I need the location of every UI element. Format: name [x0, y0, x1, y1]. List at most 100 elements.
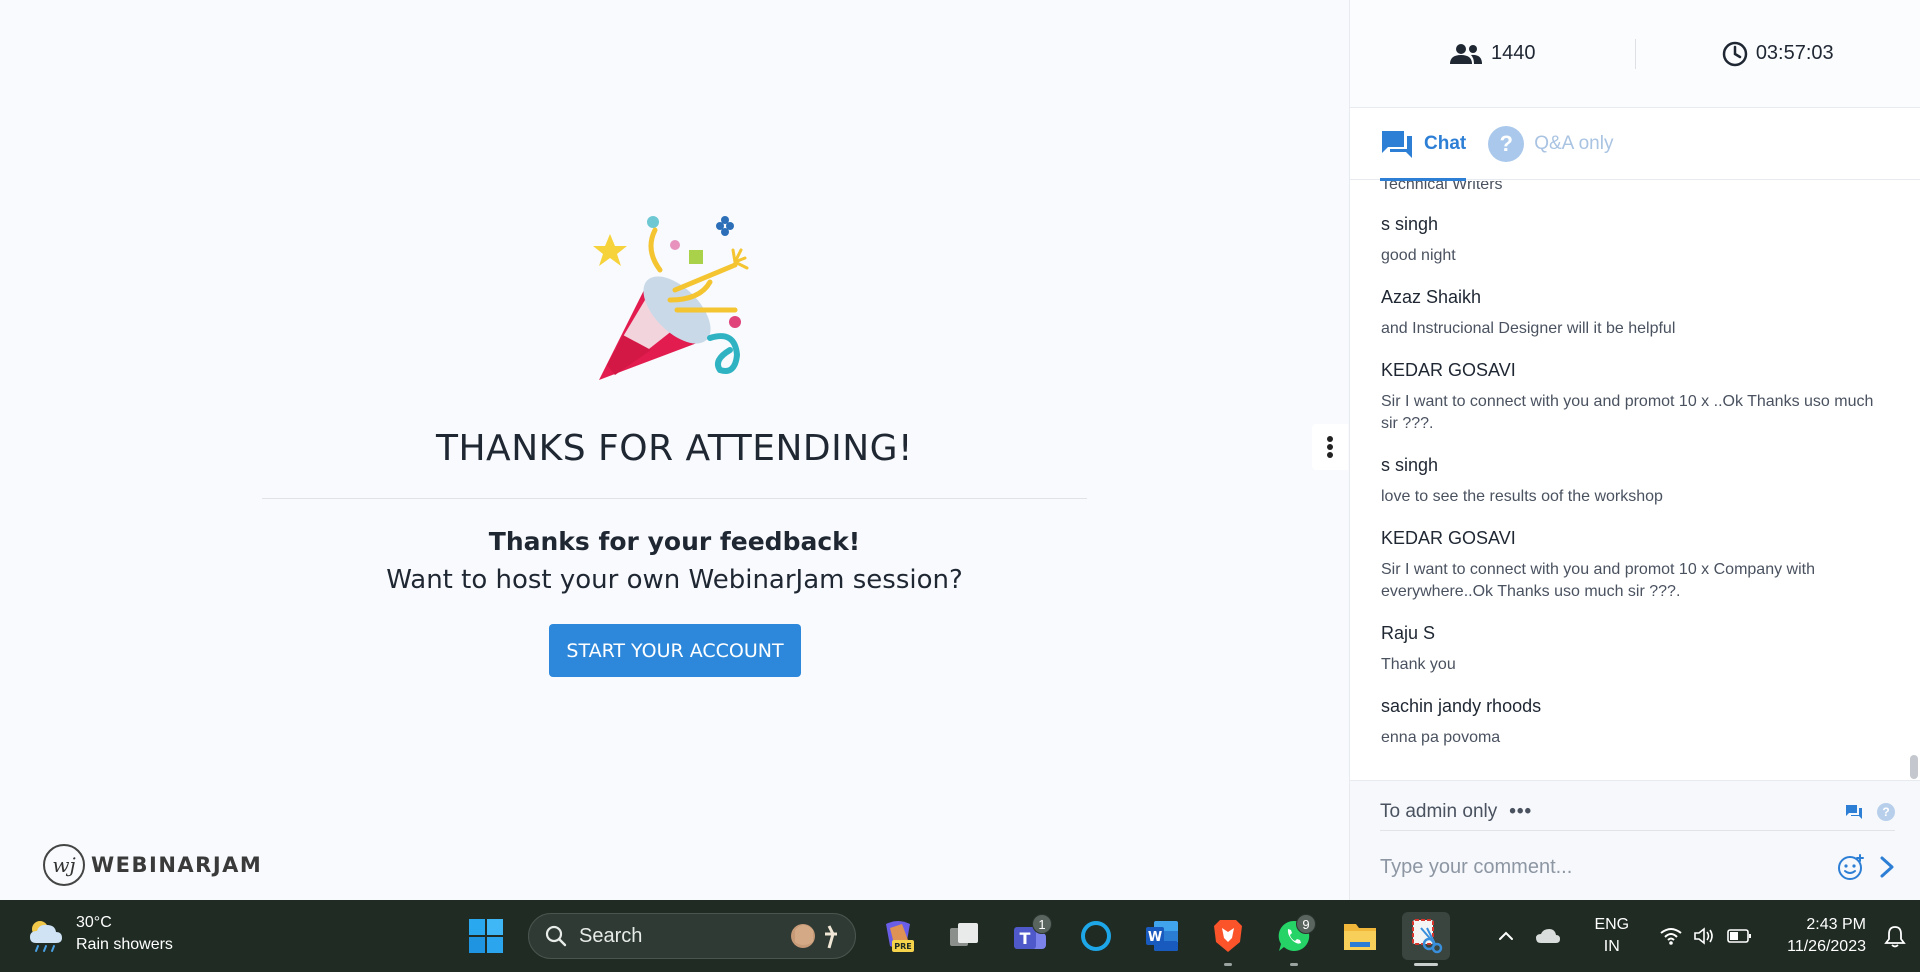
comment-input[interactable]: [1380, 855, 1837, 879]
session-timer-value: 03:57:03: [1755, 42, 1834, 64]
comment-row: [1380, 847, 1895, 887]
lang-line1: ENG: [1594, 916, 1630, 933]
taskbar-search[interactable]: Search: [528, 913, 856, 959]
folder-icon: [1344, 924, 1376, 950]
recipient-label: To admin only: [1380, 800, 1498, 822]
volume-icon[interactable]: [1693, 926, 1717, 946]
snipping-tool-app[interactable]: [1402, 912, 1450, 966]
qa-mode-icon[interactable]: ?: [1877, 802, 1895, 821]
onedrive-cloud-icon[interactable]: [1534, 926, 1562, 946]
rain-cloud-icon: [30, 921, 62, 952]
start-account-button[interactable]: START YOUR ACCOUNT: [549, 624, 801, 677]
chat-message: s singh love to see the results oof the …: [1381, 455, 1886, 508]
search-highlight-icon: [791, 924, 837, 949]
lang-line2: IN: [1603, 938, 1620, 955]
message-author: KEDAR GOSAVI: [1381, 360, 1516, 380]
search-icon: [545, 925, 567, 947]
brave-app[interactable]: [1204, 912, 1252, 966]
webinarjam-logo: wj WEBINARJAM: [43, 844, 262, 886]
notification-bell-icon[interactable]: [1884, 924, 1906, 948]
message-text: enna pa povoma: [1381, 729, 1501, 746]
cortana-app[interactable]: [1072, 912, 1120, 960]
whatsapp-badge: 9: [1296, 914, 1316, 934]
clock-time: 2:43 PM: [1806, 916, 1866, 933]
weather-desc: Rain showers: [76, 936, 173, 953]
chat-sidebar: 1440 03:57:03 Chat ? Q&A only Technical …: [1349, 0, 1920, 900]
snipping-tool-icon: [1412, 919, 1443, 954]
system-tray: ENG IN 2:43 PM 11/26/2023: [1496, 900, 1920, 972]
attendee-count: 1440: [1350, 42, 1635, 65]
chat-message: Raju S Thank you: [1381, 623, 1886, 676]
chat-messages[interactable]: Technical Writers s singh good night Aza…: [1350, 181, 1920, 779]
word-letter: W: [1148, 930, 1162, 945]
webinarjam-logo-text: WEBINARJAM: [91, 853, 263, 877]
session-timer: 03:57:03: [1636, 41, 1920, 67]
feedback-heading: Thanks for your feedback!: [488, 527, 861, 556]
cortana-ring-icon: [1081, 921, 1111, 951]
attendee-count-value: 1440: [1491, 42, 1536, 64]
party-popper-icon: [593, 216, 749, 380]
send-icon[interactable]: [1879, 855, 1895, 879]
message-text: and Instrucional Designer will it be hel…: [1381, 320, 1676, 337]
message-author: Azaz Shaikh: [1381, 287, 1482, 307]
brave-running-indicator: [1224, 963, 1232, 966]
chat-message: KEDAR GOSAVI Sir I want to connect with …: [1381, 360, 1886, 435]
message-text: good night: [1381, 247, 1456, 264]
windows-logo-icon: [469, 919, 503, 953]
thanks-title: THANKS FOR ATTENDING!: [436, 428, 913, 469]
main-area: THANKS FOR ATTENDING! Thanks for your fe…: [0, 0, 1349, 900]
copilot-app[interactable]: PRE: [874, 912, 922, 960]
chat-message: KEDAR GOSAVI Sir I want to connect with …: [1381, 528, 1886, 603]
emoji-icon[interactable]: [1837, 853, 1865, 881]
message-text: Sir I want to connect with you and promo…: [1381, 393, 1874, 432]
more-vertical-icon: [1327, 436, 1333, 458]
start-button[interactable]: [462, 912, 510, 960]
whatsapp-running-indicator: [1290, 963, 1298, 966]
tab-qa-label: Q&A only: [1534, 132, 1614, 154]
chat-scrollbar[interactable]: [1910, 181, 1918, 779]
composer: To admin only ••• ?: [1350, 780, 1920, 900]
word-icon: W: [1146, 921, 1178, 951]
tab-chat[interactable]: Chat: [1380, 108, 1467, 181]
host-prompt: Want to host your own WebinarJam session…: [386, 565, 963, 595]
whatsapp-app[interactable]: 9: [1270, 912, 1318, 966]
brave-lion-icon: [1214, 920, 1242, 952]
chat-tabs: Chat ? Q&A only: [1350, 108, 1920, 181]
sidebar-toggle-button[interactable]: [1312, 424, 1348, 470]
teams-letter: T: [1020, 929, 1031, 948]
question-icon: ?: [1488, 125, 1525, 162]
language-indicator[interactable]: ENG IN: [1594, 914, 1629, 958]
wifi-icon[interactable]: [1659, 926, 1683, 946]
message-author: s singh: [1381, 214, 1439, 234]
recipient-more-button[interactable]: •••: [1509, 801, 1532, 823]
teams-badge: 1: [1032, 914, 1052, 934]
taskbar-apps: Search PRE T 1 W 9: [462, 910, 1450, 966]
chat-message: Azaz Shaikh and Instrucional Designer wi…: [1381, 287, 1886, 340]
clock-icon: [1722, 41, 1748, 66]
scrollbar-thumb[interactable]: [1910, 755, 1918, 779]
chevron-up-icon[interactable]: [1496, 926, 1516, 946]
copilot-icon: PRE: [886, 921, 914, 952]
message-author: s singh: [1381, 455, 1439, 475]
temperature: 30°C: [76, 914, 112, 931]
message-partial: Technical Writers: [1381, 181, 1503, 193]
chat-message: s singh good night: [1381, 214, 1886, 267]
windows-taskbar: 30°C Rain showers Search PRE T 1 W 9 ENG…: [0, 900, 1920, 972]
recipient-row: To admin only ••• ?: [1380, 795, 1895, 831]
clock-date: 11/26/2023: [1787, 938, 1866, 955]
battery-icon[interactable]: [1727, 928, 1753, 944]
stats-bar: 1440 03:57:03: [1350, 0, 1920, 108]
file-explorer-app[interactable]: [1336, 912, 1384, 960]
copilot-pre-tag: PRE: [894, 942, 912, 951]
chat-mode-icon[interactable]: [1845, 804, 1863, 820]
taskbar-clock[interactable]: 2:43 PM 11/26/2023: [1787, 914, 1866, 958]
people-icon: [1450, 43, 1482, 64]
message-author: sachin jandy rhoods: [1381, 696, 1542, 716]
word-app[interactable]: W: [1138, 912, 1186, 960]
chat-icon: [1382, 130, 1412, 158]
divider: [262, 498, 1087, 499]
teams-app[interactable]: T 1: [1006, 912, 1054, 960]
task-view-app[interactable]: [940, 912, 988, 960]
weather-widget[interactable]: 30°C Rain showers: [26, 912, 173, 956]
tab-qa-only[interactable]: ? Q&A only: [1488, 108, 1613, 180]
